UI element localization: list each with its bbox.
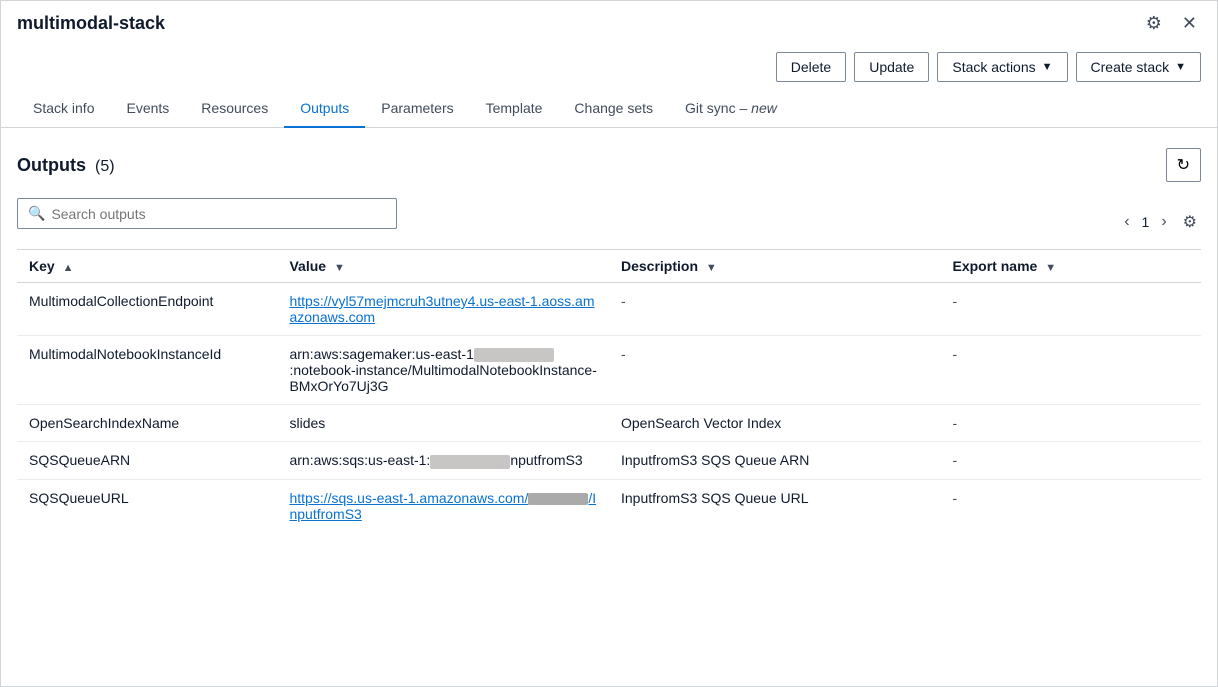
update-button[interactable]: Update: [854, 52, 929, 82]
cell-key: OpenSearchIndexName: [17, 405, 277, 442]
cell-export-name: -: [941, 479, 1202, 532]
redacted-block: [528, 493, 588, 505]
tab-stack-info[interactable]: Stack info: [17, 90, 110, 128]
search-bar: 🔍: [17, 198, 397, 229]
cell-key: SQSQueueURL: [17, 479, 277, 532]
prev-page-button[interactable]: ‹: [1120, 211, 1133, 233]
cell-export-name: -: [941, 336, 1202, 405]
desc-sort-icon: ▼: [706, 262, 717, 274]
collection-endpoint-link[interactable]: https://vyl57mejmcruh3utney4.us-east-1.a…: [289, 293, 594, 325]
cell-description: InputfromS3 SQS Queue ARN: [609, 442, 941, 479]
pagination: ‹ 1 › ⚙: [1120, 210, 1201, 234]
col-header-key: Key ▲: [17, 250, 277, 283]
redacted-block: [430, 455, 510, 469]
delete-button[interactable]: Delete: [776, 52, 846, 82]
cell-key: MultimodalNotebookInstanceId: [17, 336, 277, 405]
cell-description: -: [609, 283, 941, 336]
next-page-button[interactable]: ›: [1157, 211, 1170, 233]
col-header-description: Description ▼: [609, 250, 941, 283]
search-pagination-row: 🔍 ‹ 1 › ⚙: [17, 198, 1201, 245]
cell-value: arn:aws:sqs:us-east-1:nputfromS3: [277, 442, 609, 479]
cell-description: -: [609, 336, 941, 405]
export-sort-icon: ▼: [1045, 262, 1056, 274]
col-header-export-name: Export name ▼: [941, 250, 1202, 283]
search-input[interactable]: [51, 206, 386, 222]
table-row: MultimodalCollectionEndpoint https://vyl…: [17, 283, 1201, 336]
cell-description: InputfromS3 SQS Queue URL: [609, 479, 941, 532]
create-stack-caret-icon: ▼: [1175, 61, 1186, 73]
cell-export-name: -: [941, 283, 1202, 336]
value-sort-icon: ▼: [334, 262, 345, 274]
section-title: Outputs (5): [17, 155, 115, 176]
create-stack-button[interactable]: Create stack ▼: [1076, 52, 1201, 82]
table-row: MultimodalNotebookInstanceId arn:aws:sag…: [17, 336, 1201, 405]
tab-events[interactable]: Events: [110, 90, 185, 128]
key-sort-icon: ▲: [63, 262, 74, 274]
cell-export-name: -: [941, 405, 1202, 442]
table-row: SQSQueueARN arn:aws:sqs:us-east-1:nputfr…: [17, 442, 1201, 479]
window-title: multimodal-stack: [17, 13, 165, 34]
page-number: 1: [1138, 214, 1154, 230]
cell-description: OpenSearch Vector Index: [609, 405, 941, 442]
tab-git-sync[interactable]: Git sync – new: [669, 90, 793, 128]
stack-actions-button[interactable]: Stack actions ▼: [937, 52, 1067, 82]
outputs-table: Key ▲ Value ▼ Description ▼ Export name …: [17, 249, 1201, 532]
nav-tabs: Stack info Events Resources Outputs Para…: [1, 90, 1217, 128]
tab-change-sets[interactable]: Change sets: [558, 90, 669, 128]
refresh-button[interactable]: ↻: [1166, 148, 1201, 182]
table-settings-button[interactable]: ⚙: [1179, 210, 1201, 234]
tab-template[interactable]: Template: [470, 90, 559, 128]
toolbar: Delete Update Stack actions ▼ Create sta…: [1, 44, 1217, 90]
cell-key: MultimodalCollectionEndpoint: [17, 283, 277, 336]
cell-value: https://vyl57mejmcruh3utney4.us-east-1.a…: [277, 283, 609, 336]
main-content: Outputs (5) ↻ 🔍 ‹ 1 › ⚙ Key ▲: [1, 128, 1217, 552]
stack-actions-caret-icon: ▼: [1042, 61, 1053, 73]
cell-export-name: -: [941, 442, 1202, 479]
table-row: OpenSearchIndexName slides OpenSearch Ve…: [17, 405, 1201, 442]
tab-resources[interactable]: Resources: [185, 90, 284, 128]
table-row: SQSQueueURL https://sqs.us-east-1.amazon…: [17, 479, 1201, 532]
redacted-block: [474, 348, 554, 362]
cell-value: slides: [277, 405, 609, 442]
search-icon: 🔍: [28, 205, 45, 222]
outputs-count: (5): [95, 158, 115, 175]
cell-value: arn:aws:sagemaker:us-east-1:notebook-ins…: [277, 336, 609, 405]
col-header-value: Value ▼: [277, 250, 609, 283]
settings-icon-button[interactable]: ⚙: [1142, 11, 1166, 36]
cell-key: SQSQueueARN: [17, 442, 277, 479]
close-icon-button[interactable]: ✕: [1178, 11, 1201, 36]
cell-value: https://sqs.us-east-1.amazonaws.com//Inp…: [277, 479, 609, 532]
tab-parameters[interactable]: Parameters: [365, 90, 469, 128]
tab-outputs[interactable]: Outputs: [284, 90, 365, 128]
sqs-queue-url-link[interactable]: https://sqs.us-east-1.amazonaws.com//Inp…: [289, 490, 596, 522]
section-header: Outputs (5) ↻: [17, 148, 1201, 182]
